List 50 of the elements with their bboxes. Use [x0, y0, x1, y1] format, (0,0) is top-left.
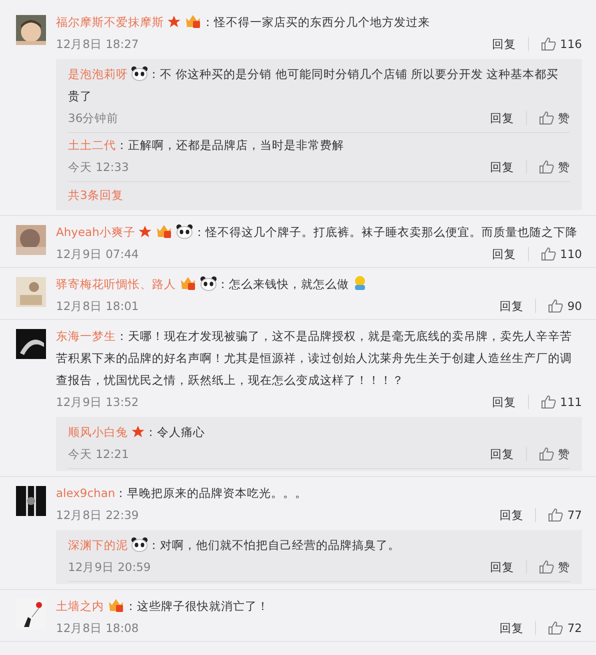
thumbs-up-icon [548, 621, 564, 635]
timestamp: 12月9日 13:52 [56, 394, 140, 410]
timestamp: 36分钟前 [68, 110, 120, 126]
thumbs-up-icon [541, 37, 556, 51]
reply-link[interactable]: 回复 [478, 111, 527, 125]
comment-text: 土墙之内 ：这些牌子很快就消亡了！ [56, 596, 270, 615]
like-button[interactable]: 90 [536, 299, 582, 313]
thumbs-up-icon [541, 247, 556, 261]
comment-text: 东海一梦生：天哪！现在才发现被骗了，这不是品牌授权，就是毫无底线的卖吊牌，卖先人辛辛苦苦积累下来的品牌的好名声啊！尤其是恒源祥，读过创始人沈莱舟先生关于创建人造丝生产厂的调查报告，忧国忧民之情，跃然纸上，现在怎么变成这样了！！！？ [56, 328, 573, 389]
thumbs-up-icon [548, 508, 564, 522]
reply-link[interactable]: 回复 [487, 621, 536, 635]
reply-link[interactable]: 回复 [487, 299, 536, 313]
like-button[interactable]: 77 [536, 508, 582, 522]
comment-text: 驿寄梅花听惆怅、路人 ：怎么来钱快，就怎么做 [56, 273, 582, 295]
like-button[interactable]: 110 [529, 247, 582, 261]
like-button[interactable]: 111 [529, 395, 582, 409]
thumbs-up-icon [541, 395, 556, 409]
like-button[interactable]: 赞 [527, 560, 570, 574]
reply-link[interactable]: 回复 [478, 560, 527, 574]
comment-text: 深渊下的泥 ：对啊，他们就不怕把自己经营的品牌搞臭了。 [68, 536, 401, 554]
timestamp: 12月8日 18:27 [56, 36, 140, 52]
comment-text: 福尔摩斯不爱抹摩斯 ：怪不得一家店买的东西分几个地方发过来 [56, 12, 431, 31]
reply-link[interactable]: 回复 [478, 447, 527, 461]
like-button[interactable]: 72 [536, 621, 582, 635]
timestamp: 12月8日 18:08 [56, 620, 140, 636]
thumbs-up-icon [548, 299, 564, 313]
thumbs-up-icon [539, 560, 554, 574]
like-button[interactable]: 赞 [527, 110, 570, 126]
timestamp: 12月8日 22:39 [56, 508, 140, 522]
timestamp: 12月9日 20:59 [68, 560, 152, 574]
reply-link[interactable]: 回复 [480, 247, 530, 261]
reply-link[interactable]: 回复 [478, 160, 527, 174]
reply-link[interactable]: 回复 [480, 395, 530, 409]
like-button[interactable]: 116 [529, 37, 582, 51]
thumbs-up-icon [539, 160, 554, 174]
timestamp: 今天 12:21 [68, 446, 130, 462]
comment-text: 是泡泡莉呀 ：不 你这种买的是分销 他可能同时分销几个店铺 所以要分开发 这种基本都买贵了 [68, 65, 560, 105]
thumbs-up-icon [539, 447, 554, 461]
reply-link[interactable]: 回复 [480, 37, 530, 51]
comment-text: 土土二代：正解啊，还都是品牌店，当时是非常费解 [68, 137, 345, 154]
thumbs-up-icon [539, 111, 554, 125]
timestamp: 12月8日 18:01 [56, 298, 140, 314]
reply-link[interactable]: 回复 [487, 508, 536, 522]
timestamp: 今天 12:33 [68, 160, 130, 174]
like-button[interactable]: 赞 [527, 160, 570, 174]
comment-text: alex9chan：早晚把原来的品牌资本吃光。。。 [56, 485, 308, 502]
timestamp: 12月9日 07:44 [56, 246, 140, 262]
like-button[interactable]: 赞 [527, 446, 570, 462]
comment-text: 顺风小白兔 ：令人痛心 [68, 424, 206, 441]
comment-text: Ahyeah小爽子 ：怪不得这几个牌子。打底裤。袜子睡衣卖那么便宜。而质量也随之下降 [56, 222, 578, 241]
